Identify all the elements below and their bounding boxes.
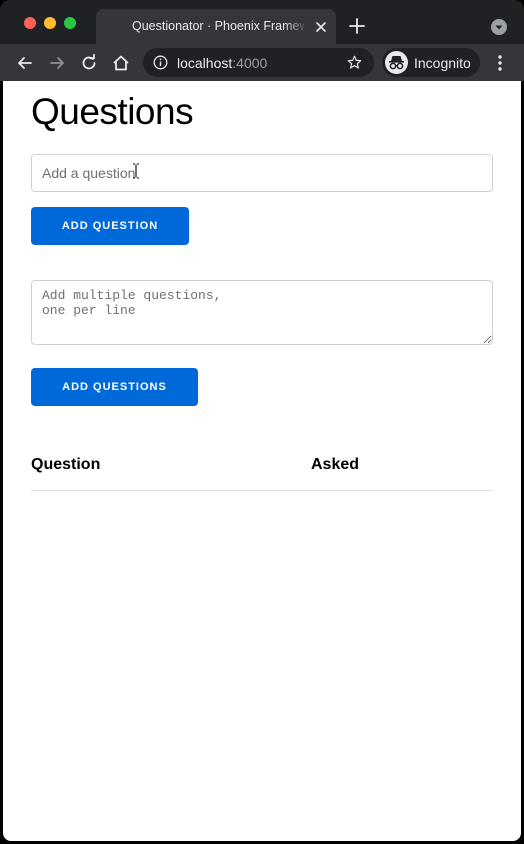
- add-questions-button[interactable]: Add Questions: [31, 368, 198, 406]
- incognito-label: Incognito: [414, 55, 471, 71]
- home-icon[interactable]: [111, 53, 131, 73]
- tab-search-button[interactable]: [491, 19, 507, 35]
- close-icon[interactable]: [313, 19, 329, 35]
- address-bar[interactable]: localhost:4000: [143, 48, 374, 77]
- add-question-button[interactable]: Add Question: [31, 207, 189, 245]
- browser-toolbar: localhost:4000 Incognito: [0, 44, 524, 81]
- questions-table: Question Asked: [31, 446, 493, 491]
- url-port: :4000: [232, 55, 268, 71]
- close-window-button[interactable]: [24, 17, 36, 29]
- page-title: Questions: [31, 91, 194, 132]
- incognito-icon: [385, 51, 408, 74]
- plus-icon[interactable]: [348, 17, 366, 35]
- tab-title: Questionator · Phoenix Framework: [132, 19, 304, 33]
- ibeam-cursor-icon: [133, 163, 139, 179]
- back-arrow-icon[interactable]: [15, 53, 35, 73]
- maximize-window-button[interactable]: [64, 17, 76, 29]
- url-host: localhost: [177, 55, 233, 71]
- tab-questionator[interactable]: Questionator · Phoenix Framework: [96, 9, 336, 44]
- questions-textarea[interactable]: [31, 280, 493, 345]
- star-icon[interactable]: [346, 54, 363, 71]
- question-input[interactable]: [31, 154, 493, 192]
- column-header-question: Question: [31, 456, 101, 473]
- column-header-asked: Asked: [311, 456, 360, 473]
- page-content: Questions Add Question Add Questions Que…: [3, 81, 521, 841]
- minimize-window-button[interactable]: [44, 17, 56, 29]
- reload-icon[interactable]: [79, 53, 99, 73]
- chevron-down-icon: [495, 25, 503, 30]
- address-url: localhost:4000: [177, 55, 267, 71]
- browser-window: Questionator · Phoenix Framework: [0, 0, 524, 844]
- incognito-profile-button[interactable]: Incognito: [382, 48, 480, 77]
- tab-bar: Questionator · Phoenix Framework: [0, 0, 524, 44]
- table-header-row: Question Asked: [31, 446, 493, 491]
- tab-title-fade: [284, 17, 308, 37]
- forward-arrow-icon[interactable]: [47, 53, 67, 73]
- kebab-menu-icon[interactable]: [492, 53, 508, 73]
- info-icon[interactable]: [153, 55, 168, 70]
